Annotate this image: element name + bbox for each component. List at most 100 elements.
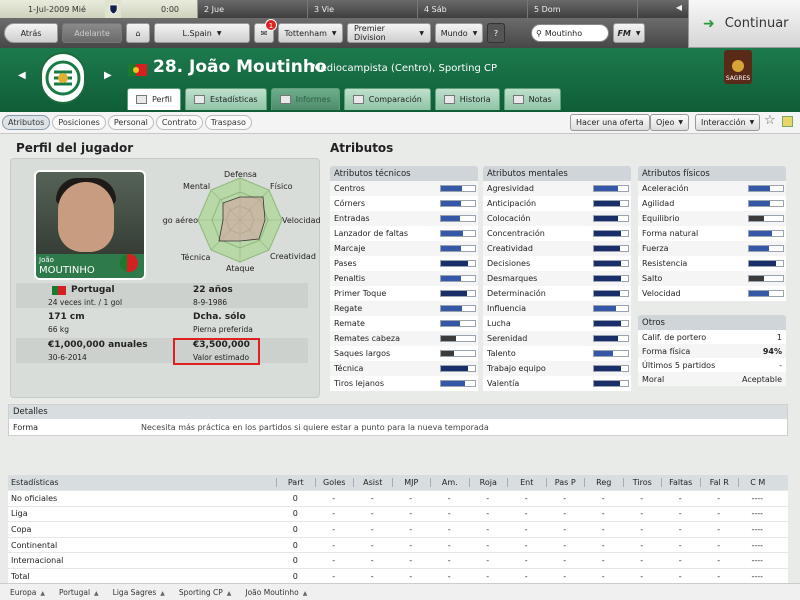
stats-column-header[interactable]: MJP	[391, 478, 431, 487]
inbox-icon[interactable]: ✉ 1	[254, 19, 277, 43]
attribute-row[interactable]: Resistencia	[638, 256, 786, 271]
attribute-row[interactable]: Velocidad	[638, 286, 786, 301]
calendar-day[interactable]: 3 Vie	[308, 0, 418, 18]
attribute-row[interactable]: Tiros lejanos	[330, 376, 478, 391]
interaction-menu[interactable]: Interacción ▼	[695, 114, 761, 131]
stats-column-header[interactable]: Estadísticas	[8, 478, 276, 487]
calendar-day[interactable]: 2 Jue	[198, 0, 308, 18]
attribute-row[interactable]: Forma natural	[638, 226, 786, 241]
attribute-row[interactable]: Entradas	[330, 211, 478, 226]
tab-historia[interactable]: Historia	[434, 88, 500, 110]
scout-menu[interactable]: Ojeo ▼	[650, 114, 689, 131]
next-player-icon[interactable]: ▶	[104, 70, 112, 81]
attribute-row[interactable]: Influencia	[483, 301, 631, 316]
stats-row[interactable]: Internacional 0- - - - - - - - - - - ----	[8, 553, 788, 569]
subtab-contrato[interactable]: Contrato	[155, 115, 203, 130]
subtab-personal[interactable]: Personal	[107, 115, 154, 130]
other-row: Forma física 94%	[638, 344, 786, 358]
attribute-row[interactable]: Agresividad	[483, 181, 631, 196]
competition-menu[interactable]: Premier Division ▼	[347, 23, 431, 43]
attribute-row[interactable]: Lanzador de faltas	[330, 226, 478, 241]
previous-player-icon[interactable]: ◀	[18, 70, 26, 81]
stats-column-header[interactable]: Asist	[353, 478, 392, 487]
tab-estadisticas[interactable]: Estadísticas	[185, 88, 267, 110]
attribute-row[interactable]: Salto	[638, 271, 786, 286]
search-input[interactable]: ⚲ Moutinho	[531, 24, 609, 42]
attribute-row[interactable]: Trabajo equipo	[483, 361, 631, 376]
attribute-row[interactable]: Remate	[330, 316, 478, 331]
subtab-posiciones[interactable]: Posiciones	[52, 115, 106, 130]
make-offer-button[interactable]: Hacer una oferta	[570, 114, 650, 131]
attribute-row[interactable]: Centros	[330, 181, 478, 196]
stats-column-header[interactable]: Goles	[314, 478, 354, 487]
attribute-row[interactable]: Primer Toque	[330, 286, 478, 301]
stats-column-header[interactable]: Roja	[468, 478, 508, 487]
back-button[interactable]: Atrás	[4, 23, 58, 43]
club-menu[interactable]: Tottenham ▼	[278, 23, 343, 43]
tab-perfil[interactable]: Perfil	[127, 88, 182, 110]
attribute-row[interactable]: Pases	[330, 256, 478, 271]
star-icon[interactable]: ☆	[764, 113, 776, 128]
breadcrumb-item[interactable]: João Moutinho ▲	[245, 588, 307, 597]
attribute-row[interactable]: Fuerza	[638, 241, 786, 256]
attribute-row[interactable]: Creatividad	[483, 241, 631, 256]
attribute-row[interactable]: Anticipación	[483, 196, 631, 211]
attribute-row[interactable]: Serenidad	[483, 331, 631, 346]
calendar-prev-icon[interactable]: ◀	[676, 3, 682, 12]
fm-menu[interactable]: FM ▼	[613, 23, 645, 43]
stats-row[interactable]: No oficiales 0- - - - - - - - - - - ----	[8, 491, 788, 507]
subtab-atributos[interactable]: Atributos	[2, 115, 51, 130]
home-icon[interactable]: ⌂	[126, 23, 150, 43]
nationality[interactable]: Portugal	[71, 285, 115, 295]
attribute-row[interactable]: Córners	[330, 196, 478, 211]
stats-column-header[interactable]: C M	[738, 478, 777, 487]
stats-column-header[interactable]: Ent	[507, 478, 546, 487]
calendar-day[interactable]: 5 Dom	[528, 0, 638, 18]
stats-column-header[interactable]: Part	[276, 478, 315, 487]
attribute-row[interactable]: Marcaje	[330, 241, 478, 256]
attribute-row[interactable]: Regate	[330, 301, 478, 316]
tab-label: Comparación	[368, 95, 422, 104]
subtab-traspaso[interactable]: Traspaso	[204, 115, 252, 130]
breadcrumb-item[interactable]: Europa ▲	[10, 588, 45, 597]
stats-column-header[interactable]: Faltas	[661, 478, 700, 487]
stats-row[interactable]: Liga 0- - - - - - - - - - - ----	[8, 506, 788, 523]
attribute-row[interactable]: Agilidad	[638, 196, 786, 211]
continue-button[interactable]: ➜ Continuar	[688, 0, 800, 48]
attribute-row[interactable]: Valentía	[483, 376, 631, 391]
attribute-row[interactable]: Equilibrio	[638, 211, 786, 226]
attribute-row[interactable]: Desmarques	[483, 271, 631, 286]
note-add-icon[interactable]	[782, 116, 793, 127]
attribute-row[interactable]: Concentración	[483, 226, 631, 241]
stats-column-header[interactable]: Reg	[584, 478, 623, 487]
stats-row[interactable]: Copa 0- - - - - - - - - - - ----	[8, 522, 788, 538]
breadcrumb-item[interactable]: Portugal ▲	[59, 588, 99, 597]
help-button[interactable]: ?	[487, 23, 505, 43]
nation-menu[interactable]: L.Spain ▼	[154, 23, 250, 43]
world-menu[interactable]: Mundo ▼	[435, 23, 483, 43]
forward-button[interactable]: Adelante	[62, 23, 122, 43]
tab-notas[interactable]: Notas	[503, 88, 561, 110]
attribute-row[interactable]: Penaltis	[330, 271, 478, 286]
stats-row[interactable]: Continental 0- - - - - - - - - - - ----	[8, 537, 788, 554]
stats-column-header[interactable]: Am.	[430, 478, 469, 487]
stats-column-header[interactable]: Fal R	[699, 478, 739, 487]
attribute-row[interactable]: Lucha	[483, 316, 631, 331]
attribute-row[interactable]: Decisiones	[483, 256, 631, 271]
tab-informes[interactable]: Informes	[270, 88, 340, 110]
club-shield-icon[interactable]	[105, 0, 121, 18]
attribute-row[interactable]: Remates cabeza	[330, 331, 478, 346]
calendar-day[interactable]: 4 Sáb	[418, 0, 528, 18]
attribute-row[interactable]: Aceleración	[638, 181, 786, 196]
breadcrumb-item[interactable]: Liga Sagres ▲	[113, 588, 165, 597]
tab-comparacion[interactable]: Comparación	[343, 88, 431, 110]
attribute-row[interactable]: Colocación	[483, 211, 631, 226]
stats-column-header[interactable]: Tiros	[622, 478, 662, 487]
stats-column-header[interactable]: Pas P	[545, 478, 585, 487]
league-logo[interactable]: SAGRES	[724, 50, 752, 84]
attribute-row[interactable]: Talento	[483, 346, 631, 361]
breadcrumb-item[interactable]: Sporting CP ▲	[179, 588, 232, 597]
attribute-row[interactable]: Técnica	[330, 361, 478, 376]
attribute-row[interactable]: Saques largos	[330, 346, 478, 361]
attribute-row[interactable]: Determinación	[483, 286, 631, 301]
